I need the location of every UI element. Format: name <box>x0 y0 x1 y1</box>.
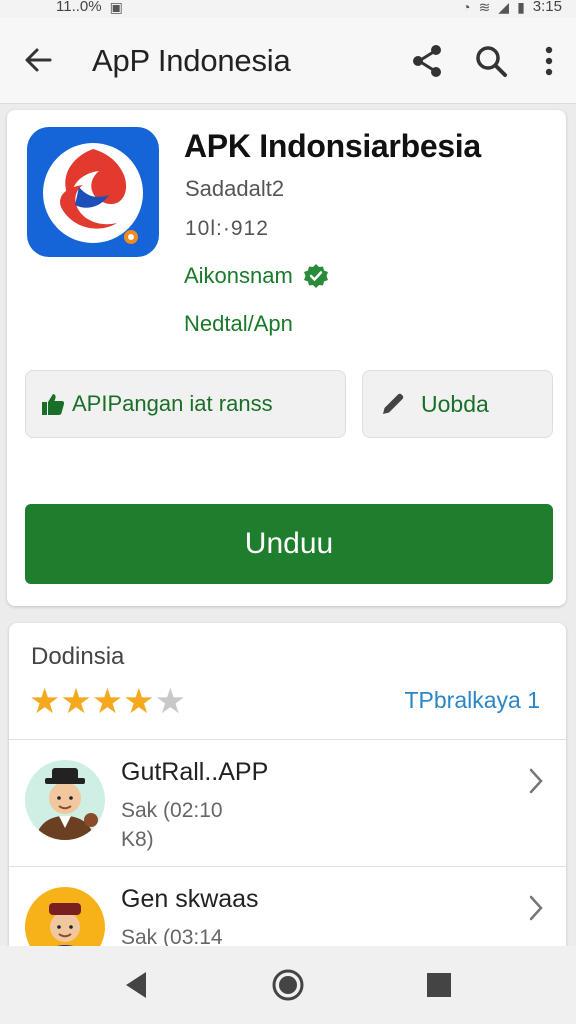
review-extra: K8) <box>121 828 154 851</box>
wifi-icon: ≋ <box>478 0 491 15</box>
share-icon <box>413 45 441 77</box>
update-label: Uobda <box>421 390 489 417</box>
app-icon <box>27 127 159 257</box>
notification-icon: ▣ <box>109 0 123 15</box>
more-options-button[interactable] <box>534 42 564 80</box>
publisher-row: Aikonsnam <box>184 263 329 289</box>
reviews-section-title: Dodinsia <box>31 643 125 670</box>
battery-icon: ▮ <box>517 0 525 15</box>
star-filled-icon: ★ <box>29 682 61 721</box>
permissions-button[interactable]: APIPangan iat ranss <box>25 370 346 438</box>
search-icon <box>476 46 507 77</box>
star-filled-icon: ★ <box>91 682 124 721</box>
more-vert-icon <box>545 46 553 76</box>
publisher-name[interactable]: Aikonsnam <box>184 263 293 289</box>
alarm-icon: ◔ <box>462 0 471 15</box>
app-version: 10l:·912 <box>185 217 269 240</box>
avatar <box>25 760 105 840</box>
reviews-card: Dodinsia ★ ★ ★ ★ ★ TPbralkaya 1 GutRall.… <box>9 623 566 963</box>
star-filled-icon: ★ <box>123 682 155 721</box>
review-date: Sak (02:10 <box>121 799 223 822</box>
app-category[interactable]: Nedtal/Apn <box>184 311 293 337</box>
developer-name[interactable]: Sadadalt2 <box>185 176 284 202</box>
system-nav-bar <box>0 946 576 1024</box>
status-left: 11..0% ▣ <box>56 0 123 18</box>
star-empty-icon: ★ <box>154 682 186 721</box>
chevron-right-icon <box>529 895 543 921</box>
thumbs-up-icon <box>42 394 65 415</box>
circle-home-icon <box>272 969 304 1001</box>
arrow-left-icon <box>25 48 52 72</box>
app-details-card: APK Indonsiarbesia Sadadalt2 10l:·912 Ai… <box>7 110 566 606</box>
review-meta: Sak (02:10 K8) <box>121 796 321 854</box>
nav-recents-button[interactable] <box>425 971 453 999</box>
chevron-right-icon <box>529 768 543 794</box>
triangle-back-icon <box>126 972 146 998</box>
square-recents-icon <box>427 973 451 997</box>
share-button[interactable] <box>408 42 446 80</box>
status-time-right: 3:15 <box>532 0 562 15</box>
screen: 11..0% ▣ ◔ ≋ ◢ ▮ 3:15 ApP Indonesia APK … <box>0 0 576 1024</box>
status-bar: 11..0% ▣ ◔ ≋ ◢ ▮ 3:15 <box>0 0 576 18</box>
verified-badge-icon <box>303 264 328 288</box>
pencil-icon <box>383 393 404 414</box>
reviewer-name: Gen skwaas <box>121 885 259 913</box>
page-title: ApP Indonesia <box>92 43 291 78</box>
back-button[interactable] <box>20 42 56 78</box>
signal-icon: ◢ <box>498 0 510 15</box>
permissions-label: APIPangan iat ranss <box>72 391 273 416</box>
app-bar: ApP Indonesia <box>0 18 576 104</box>
nav-home-button[interactable] <box>271 968 305 1002</box>
update-button[interactable]: Uobda <box>362 370 553 438</box>
rating-stars: ★ ★ ★ ★ ★ <box>29 682 186 721</box>
download-button[interactable]: Unduu <box>25 504 553 584</box>
search-button[interactable] <box>472 42 510 80</box>
status-right: ◔ ≋ ◢ ▮ 3:15 <box>462 0 562 18</box>
app-name: APK Indonsiarbesia <box>184 128 481 164</box>
star-filled-icon: ★ <box>60 682 92 721</box>
reviewer-name: GutRall..APP <box>121 758 269 786</box>
see-all-reviews-link[interactable]: TPbralkaya 1 <box>404 687 540 714</box>
flame-logo-icon <box>43 143 143 244</box>
review-item[interactable]: GutRall..APP Sak (02:10 K8) <box>9 740 566 866</box>
nav-back-button[interactable] <box>120 968 152 1002</box>
status-time-left: 11..0% <box>56 0 102 15</box>
